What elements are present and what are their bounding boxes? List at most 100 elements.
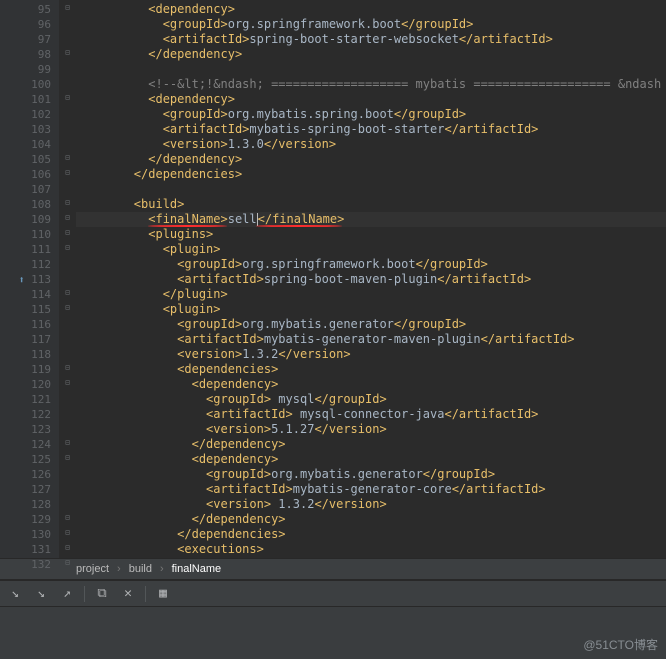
code-line[interactable]: </dependency> bbox=[76, 437, 666, 452]
fold-toggle-icon[interactable]: ⊟ bbox=[63, 3, 72, 12]
code-line[interactable]: <groupId>org.mybatis.generator</groupId> bbox=[76, 467, 666, 482]
code-line[interactable]: <plugin> bbox=[76, 302, 666, 317]
code-line[interactable]: <plugins> bbox=[76, 227, 666, 242]
code-line[interactable]: <groupId>org.mybatis.spring.boot</groupI… bbox=[76, 107, 666, 122]
line-number: 116 bbox=[0, 317, 51, 332]
xml-tag: <groupId> bbox=[177, 317, 242, 331]
fold-toggle-icon[interactable]: ⊟ bbox=[63, 153, 72, 162]
line-number: 108 bbox=[0, 197, 51, 212]
xml-text: org.mybatis.spring.boot bbox=[228, 107, 394, 121]
xml-comment: <!--&lt;!&ndash; =================== myb… bbox=[148, 77, 661, 91]
xml-text: 1.3.2 bbox=[242, 347, 278, 361]
fold-toggle-icon[interactable]: ⊟ bbox=[63, 93, 72, 102]
import-down-icon[interactable]: ↘ bbox=[30, 583, 52, 605]
code-line[interactable]: <groupId>org.springframework.boot</group… bbox=[76, 17, 666, 32]
code-line[interactable]: <build>💡 bbox=[76, 197, 666, 212]
fold-toggle-icon[interactable]: ⊟ bbox=[63, 288, 72, 297]
code-line[interactable]: <version> 1.3.2</version> bbox=[76, 497, 666, 512]
fold-toggle-icon[interactable]: ⊟ bbox=[63, 543, 72, 552]
fold-toggle-icon[interactable]: ⊟ bbox=[63, 243, 72, 252]
code-content[interactable]: <dependency> <groupId>org.springframewor… bbox=[76, 0, 666, 558]
code-line[interactable]: <groupId> mysql</groupId> bbox=[76, 392, 666, 407]
xml-tag: <build> bbox=[134, 197, 185, 211]
code-line[interactable]: <!--&lt;!&ndash; =================== myb… bbox=[76, 77, 666, 92]
line-number: 97 bbox=[0, 32, 51, 47]
xml-tag: <groupId> bbox=[163, 17, 228, 31]
code-line[interactable] bbox=[76, 62, 666, 77]
editor-area[interactable]: 9596979899100101102103104105106107108109… bbox=[0, 0, 666, 558]
fold-toggle-icon[interactable]: ⊟ bbox=[63, 558, 72, 567]
code-line[interactable]: </dependency> bbox=[76, 152, 666, 167]
xml-tag: <plugins> bbox=[148, 227, 213, 241]
code-line[interactable]: <version>5.1.27</version> bbox=[76, 422, 666, 437]
fold-toggle-icon[interactable]: ⊟ bbox=[63, 48, 72, 57]
fold-toggle-icon[interactable]: ⊟ bbox=[63, 378, 72, 387]
code-line[interactable]: <artifactId>mybatis-generator-maven-plug… bbox=[76, 332, 666, 347]
code-line[interactable]: <version>1.3.0</version> bbox=[76, 137, 666, 152]
breadcrumb-item-active[interactable]: finalName bbox=[166, 563, 228, 575]
xml-tag: <plugin> bbox=[163, 302, 221, 316]
fold-toggle-icon[interactable]: ⊟ bbox=[63, 198, 72, 207]
code-line[interactable]: <artifactId>spring-boot-starter-websocke… bbox=[76, 32, 666, 47]
code-line[interactable]: <dependencies> bbox=[76, 362, 666, 377]
xml-tag: </version> bbox=[264, 137, 336, 151]
code-line[interactable]: </dependencies> bbox=[76, 527, 666, 542]
xml-tag: <groupId> bbox=[177, 257, 242, 271]
export-up-icon[interactable]: ↗ bbox=[56, 583, 78, 605]
xml-tag: <groupId> bbox=[206, 392, 271, 406]
fold-toggle-icon[interactable]: ⊟ bbox=[63, 513, 72, 522]
fold-toggle-icon[interactable]: ⊟ bbox=[63, 213, 72, 222]
delete-icon[interactable]: ✕ bbox=[117, 583, 139, 605]
fold-toggle-icon[interactable]: ⊟ bbox=[63, 168, 72, 177]
line-number: 124 bbox=[0, 437, 51, 452]
code-line[interactable]: <artifactId> mysql-connector-java</artif… bbox=[76, 407, 666, 422]
code-line[interactable]: <dependency> bbox=[76, 452, 666, 467]
code-line[interactable]: <dependency> bbox=[76, 2, 666, 17]
fold-toggle-icon[interactable]: ⊟ bbox=[63, 303, 72, 312]
breadcrumb-item[interactable]: build bbox=[123, 563, 158, 575]
xml-tag: </artifactId> bbox=[444, 122, 538, 136]
code-line[interactable]: <execution> bbox=[76, 557, 666, 558]
xml-text: org.mybatis.generator bbox=[271, 467, 423, 481]
fold-column[interactable]: ⊟⊟⊟⊟⊟⊟⊟⊟⊟⊟⊟⊟⊟⊟⊟⊟⊟⊟⊟ bbox=[60, 0, 76, 558]
xml-tag: </groupId> bbox=[423, 467, 495, 481]
code-line[interactable]: <artifactId>mybatis-spring-boot-starter<… bbox=[76, 122, 666, 137]
code-line[interactable] bbox=[76, 182, 666, 197]
code-line[interactable]: <executions> bbox=[76, 542, 666, 557]
code-line[interactable]: </plugin> bbox=[76, 287, 666, 302]
code-line[interactable]: <version>1.3.2</version> bbox=[76, 347, 666, 362]
code-line[interactable]: <dependency> bbox=[76, 377, 666, 392]
layout-icon[interactable]: ▦ bbox=[152, 583, 174, 605]
fold-toggle-icon[interactable]: ⊟ bbox=[63, 438, 72, 447]
code-line[interactable]: </dependencies> bbox=[76, 167, 666, 182]
code-line[interactable]: </dependency> bbox=[76, 512, 666, 527]
fold-toggle-icon[interactable]: ⊟ bbox=[63, 528, 72, 537]
copy-icon[interactable]: ⧉ bbox=[91, 583, 113, 605]
code-line[interactable]: <finalName>sell</finalName> bbox=[76, 212, 666, 227]
breadcrumb[interactable]: project › build › finalName bbox=[0, 558, 666, 580]
line-number: 127 bbox=[0, 482, 51, 497]
xml-tag: <dependency> bbox=[148, 92, 235, 106]
fold-toggle-icon[interactable]: ⊟ bbox=[63, 453, 72, 462]
line-number: 115 bbox=[0, 302, 51, 317]
xml-tag: <dependency> bbox=[148, 2, 235, 16]
code-line[interactable]: <groupId>org.springframework.boot</group… bbox=[76, 257, 666, 272]
code-line[interactable]: <groupId>org.mybatis.generator</groupId> bbox=[76, 317, 666, 332]
code-line[interactable]: <plugin> bbox=[76, 242, 666, 257]
line-number: 131 bbox=[0, 542, 51, 557]
xml-tag: </version> bbox=[314, 497, 386, 511]
fold-toggle-icon[interactable]: ⊟ bbox=[63, 363, 72, 372]
fold-toggle-icon[interactable]: ⊟ bbox=[63, 228, 72, 237]
code-line[interactable]: </dependency> bbox=[76, 47, 666, 62]
code-line[interactable]: <artifactId>spring-boot-maven-plugin</ar… bbox=[76, 272, 666, 287]
breadcrumb-item[interactable]: project bbox=[70, 563, 115, 575]
code-line[interactable]: <artifactId>mybatis-generator-core</arti… bbox=[76, 482, 666, 497]
override-up-icon[interactable]: ⬆ bbox=[18, 275, 24, 286]
line-number: 107 bbox=[0, 182, 51, 197]
line-number: 102 bbox=[0, 107, 51, 122]
xml-tag: <version> bbox=[206, 422, 271, 436]
code-line[interactable]: <dependency> bbox=[76, 92, 666, 107]
watermark-text: @51CTO博客 bbox=[583, 636, 658, 653]
xml-tag: <artifactId> bbox=[206, 482, 293, 496]
export-down-icon[interactable]: ↘ bbox=[4, 583, 26, 605]
